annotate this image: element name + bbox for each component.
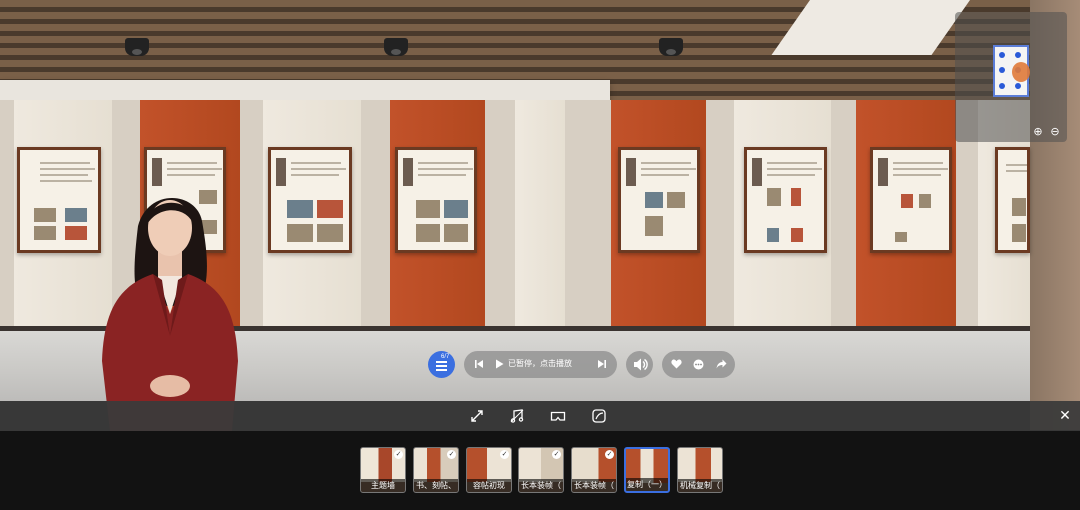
visited-check-icon: ✓	[500, 450, 509, 459]
spotlight	[659, 38, 683, 56]
spotlight	[384, 38, 408, 56]
scene-thumbnail[interactable]: ✓ 长本装帧（	[571, 447, 617, 493]
heart-icon[interactable]	[667, 351, 685, 378]
scene-label: 书、刻帖、	[414, 479, 458, 492]
fullscreen-icon[interactable]	[469, 408, 485, 424]
player-status-text: 已暂停，点击播放	[508, 359, 572, 368]
scene-label: 主题墙	[361, 479, 405, 492]
exhibit-poster[interactable]	[870, 147, 952, 253]
scene-thumbnail[interactable]: ✓ 容帖初现	[466, 447, 512, 493]
scene-thumbnail[interactable]: ✓ 书、刻帖、	[413, 447, 459, 493]
exhibit-poster[interactable]	[744, 147, 827, 253]
bottom-toolbar	[0, 401, 1080, 431]
scene-label: 复制（一）	[626, 478, 668, 491]
scene-thumbnail[interactable]: ✓ 主题墙	[360, 447, 406, 493]
visited-check-icon: ✓	[394, 450, 403, 459]
scene-label: 机械复制（	[678, 479, 722, 492]
exhibit-poster[interactable]	[995, 147, 1030, 253]
share-icon[interactable]	[712, 351, 730, 378]
volume-button[interactable]	[626, 351, 653, 378]
scene-thumbnail[interactable]: ✓ 长本装帧（	[518, 447, 564, 493]
social-actions	[662, 351, 735, 378]
playlist-menu-button[interactable]: 6/7	[428, 351, 455, 378]
visited-check-icon: ✓	[605, 450, 614, 459]
scene-label: 长本装帧（	[572, 479, 616, 492]
wall-pillar	[515, 100, 565, 330]
skip-previous-icon[interactable]	[472, 351, 486, 378]
scene-thumbnail-active[interactable]: 复制（一）	[624, 447, 670, 493]
viewpoint-indicator	[1012, 62, 1030, 82]
lighting-rail	[0, 80, 610, 100]
play-icon[interactable]	[492, 351, 506, 378]
zoom-out-icon[interactable]: ⊖	[1048, 125, 1062, 139]
vr-icon[interactable]	[550, 408, 566, 424]
audio-guide-player[interactable]: 已暂停，点击播放	[464, 351, 617, 378]
visited-check-icon: ✓	[552, 450, 561, 459]
skip-next-icon[interactable]	[595, 351, 609, 378]
close-button[interactable]: ✕	[1058, 408, 1072, 422]
visited-check-icon: ✓	[447, 450, 456, 459]
music-icon[interactable]	[509, 408, 525, 424]
scene-label: 长本装帧（	[519, 479, 563, 492]
exhibit-poster[interactable]	[395, 147, 477, 253]
exhibit-poster[interactable]	[268, 147, 352, 253]
gyroscope-icon[interactable]	[591, 408, 607, 424]
virtual-exhibition-viewer[interactable]: ⊕ ⊖ 6/7 已暂停，点击播放 ✕ ✓ 主题墙 ✓ 书、刻帖、 ✓ 容帖初现 …	[0, 0, 1080, 510]
scene-label: 容帖初现	[467, 479, 511, 492]
exhibit-poster[interactable]	[17, 147, 101, 253]
virtual-guide-avatar	[102, 197, 238, 431]
volume-icon	[634, 358, 648, 371]
comment-icon[interactable]	[689, 351, 707, 378]
playlist-progress-badge: 6/7	[441, 354, 450, 360]
exhibit-poster[interactable]	[618, 147, 700, 253]
spotlight	[125, 38, 149, 56]
minimap[interactable]: ⊕ ⊖	[955, 12, 1067, 142]
scene-thumbnail[interactable]: 机械复制（	[677, 447, 723, 493]
zoom-in-icon[interactable]: ⊕	[1031, 125, 1045, 139]
